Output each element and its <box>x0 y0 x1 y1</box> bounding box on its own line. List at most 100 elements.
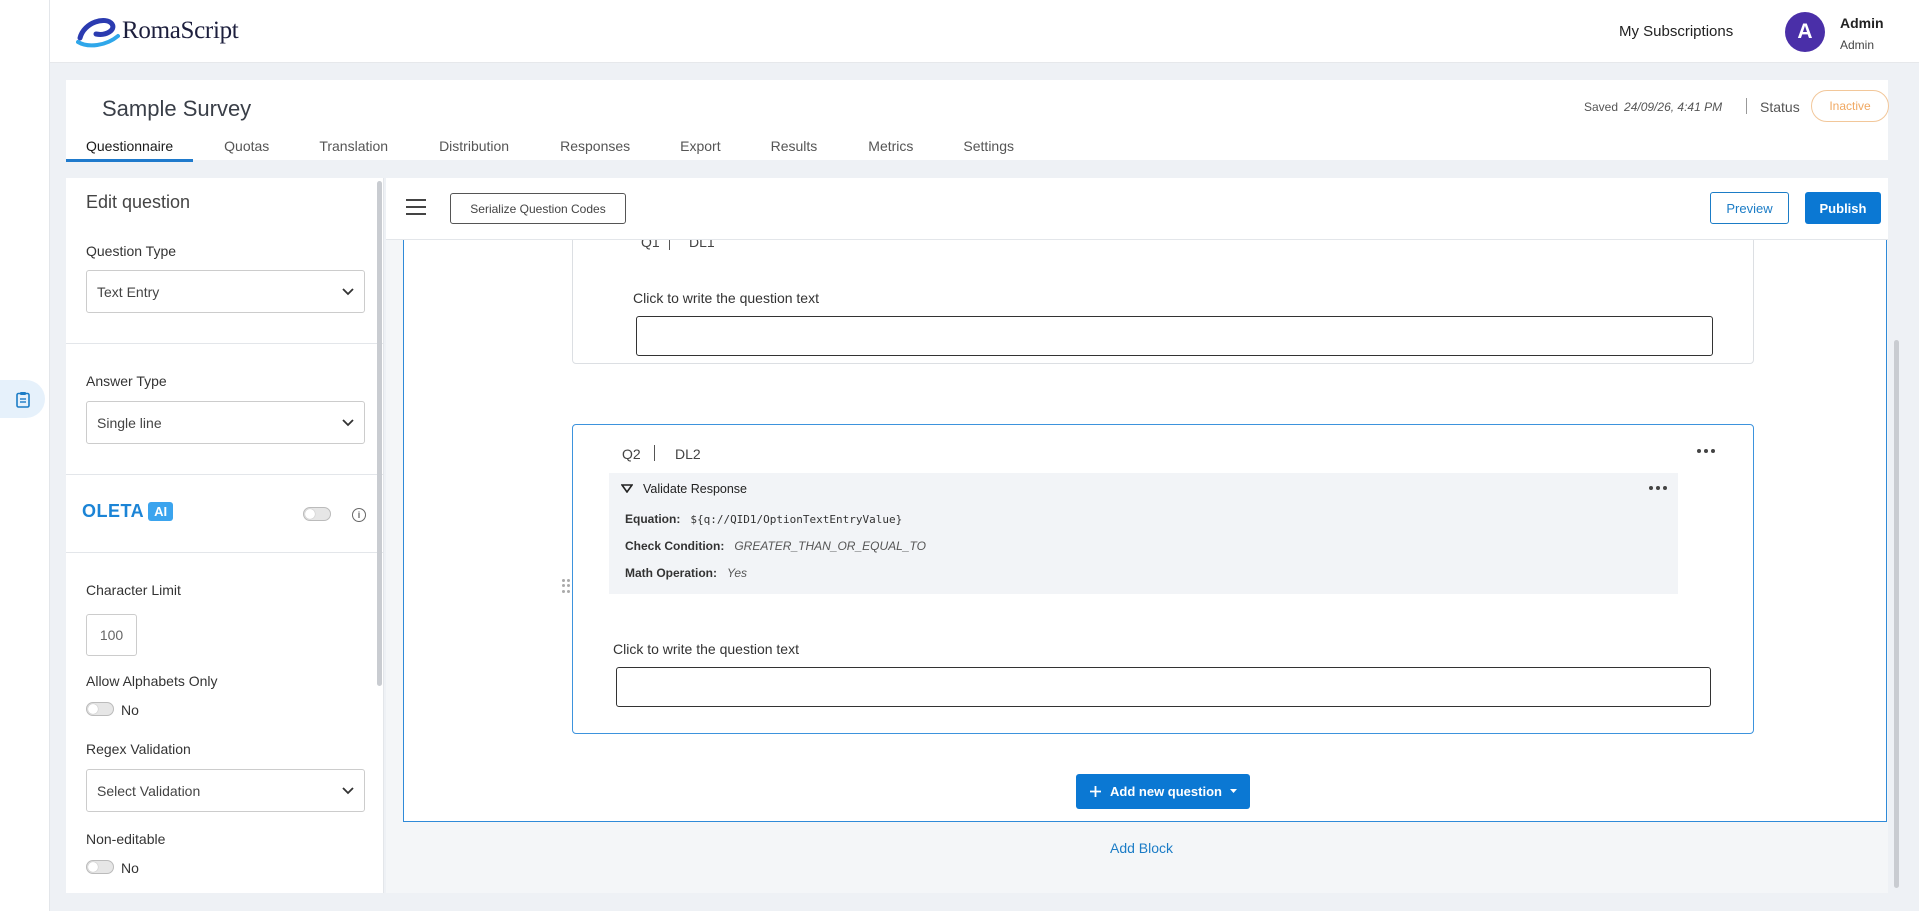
equation-value: ${q://QID1/OptionTextEntryValue} <box>690 513 903 526</box>
question-code: Q1 <box>641 240 660 250</box>
regex-validation-label: Regex Validation <box>86 741 191 757</box>
logo-text: RomaScript <box>122 17 239 44</box>
questionnaire-nav-item[interactable] <box>0 380 45 418</box>
equation-label: Equation: <box>625 512 681 526</box>
tab-translation[interactable]: Translation <box>289 138 408 160</box>
question-block: Q1 DL1 Click to write the question text … <box>403 240 1887 822</box>
caret-down-icon <box>1229 789 1237 793</box>
question-text[interactable]: Click to write the question text <box>613 641 799 657</box>
allow-alphabets-toggle[interactable] <box>86 702 114 716</box>
my-subscriptions-link[interactable]: My Subscriptions <box>1619 23 1733 40</box>
answer-type-value: Single line <box>97 414 162 431</box>
divider <box>669 240 670 250</box>
saved-time: 24/09/26, 4:41 PM <box>1624 100 1723 114</box>
tab-questionnaire[interactable]: Questionnaire <box>66 138 194 162</box>
tab-distribution[interactable]: Distribution <box>408 138 529 160</box>
ai-badge: AI <box>148 502 174 521</box>
saved-label: Saved <box>1584 100 1619 114</box>
divider <box>654 445 655 461</box>
serialize-question-codes-button[interactable]: Serialize Question Codes <box>450 193 626 224</box>
oleta-ai-toggle[interactable] <box>303 507 331 521</box>
question-type-select[interactable]: Text Entry <box>86 270 365 313</box>
status-badge[interactable]: Inactive <box>1811 90 1889 122</box>
tab-metrics[interactable]: Metrics <box>837 138 933 160</box>
tab-responses[interactable]: Responses <box>529 138 650 160</box>
oleta-ai-label: OLETA AI <box>82 501 174 522</box>
add-block-link[interactable]: Add Block <box>1110 840 1173 856</box>
tab-export[interactable]: Export <box>650 138 740 160</box>
equation-row: Equation: ${q://QID1/OptionTextEntryValue… <box>625 512 902 526</box>
edit-question-title: Edit question <box>86 192 191 212</box>
character-limit-label: Character Limit <box>86 582 181 598</box>
validate-response-panel: Validate Response Equation: ${q://QID1/Op… <box>609 473 1678 594</box>
editor-toolbar: Serialize Question Codes Preview Publish <box>386 178 1888 240</box>
avatar[interactable]: A <box>1785 12 1825 52</box>
divider <box>66 474 383 475</box>
menu-icon[interactable] <box>406 199 426 215</box>
divider <box>1746 98 1747 114</box>
add-new-question-label: Add new question <box>1110 784 1222 799</box>
regex-validation-value: Select Validation <box>97 782 201 799</box>
clipboard-icon <box>15 391 30 408</box>
answer-type-select[interactable]: Single line <box>86 401 365 444</box>
status-label: Status <box>1760 99 1800 115</box>
allow-alphabets-value: No <box>121 702 139 718</box>
question-code: Q2 <box>622 446 641 462</box>
chevron-down-icon <box>342 287 354 295</box>
user-name: Admin <box>1840 15 1884 31</box>
edit-question-panel: Edit question Question Type Text Entry A… <box>66 178 384 893</box>
text-entry-input[interactable] <box>616 667 1711 707</box>
allow-alphabets-label: Allow Alphabets Only <box>86 673 218 689</box>
survey-tabs: Questionnaire Quotas Translation Distrib… <box>66 138 1034 162</box>
divider <box>66 343 383 344</box>
editor-canvas: Q1 DL1 Click to write the question text … <box>386 240 1888 893</box>
question-card-q2[interactable]: Q2 DL2 Validate Response Equation: ${q://… <box>572 424 1754 734</box>
saved-status: Saved 24/09/26, 4:41 PM <box>1584 100 1722 114</box>
user-role: Admin <box>1840 38 1875 52</box>
more-options-icon[interactable] <box>1697 449 1715 453</box>
caret-down-icon[interactable] <box>621 484 633 493</box>
non-editable-label: Non-editable <box>86 831 166 847</box>
chevron-down-icon <box>342 786 354 794</box>
math-operation-label: Math Operation: <box>625 566 717 580</box>
add-new-question-button[interactable]: Add new question <box>1076 774 1250 809</box>
canvas-scrollbar[interactable] <box>1894 340 1899 888</box>
question-type-value: Text Entry <box>97 283 160 300</box>
math-operation-value: Yes <box>727 566 748 580</box>
check-condition-row: Check Condition: GREATER_THAN_OR_EQUAL_TO <box>625 539 926 553</box>
check-condition-label: Check Condition: <box>625 539 725 553</box>
answer-type-label: Answer Type <box>86 373 167 389</box>
non-editable-value: No <box>121 860 139 876</box>
question-block-code: DL2 <box>675 446 701 462</box>
more-options-icon[interactable] <box>1649 486 1667 490</box>
edit-panel-scrollbar[interactable] <box>377 181 382 686</box>
left-rail <box>0 0 50 911</box>
preview-button[interactable]: Preview <box>1710 192 1789 224</box>
tab-settings[interactable]: Settings <box>933 138 1034 160</box>
tab-quotas[interactable]: Quotas <box>193 138 289 160</box>
chevron-down-icon <box>342 418 354 426</box>
survey-header: Sample Survey Saved 24/09/26, 4:41 PM Sta… <box>66 80 1889 162</box>
logo-mark-icon <box>76 18 120 48</box>
question-block-code: DL1 <box>689 240 715 250</box>
regex-validation-select[interactable]: Select Validation <box>86 769 365 812</box>
question-type-label: Question Type <box>86 243 177 259</box>
tab-results[interactable]: Results <box>741 138 838 160</box>
top-header: RomaScript My Subscriptions A Admin Admi… <box>50 0 1919 63</box>
non-editable-toggle[interactable] <box>86 860 114 874</box>
plus-icon <box>1090 786 1102 797</box>
question-text[interactable]: Click to write the question text <box>633 290 819 306</box>
text-entry-input[interactable] <box>636 316 1713 356</box>
character-limit-input[interactable]: 100 <box>86 614 137 656</box>
divider <box>66 552 383 553</box>
question-card-q1[interactable]: Q1 DL1 Click to write the question text <box>572 240 1754 364</box>
math-operation-row: Math Operation: Yes <box>625 566 747 580</box>
oleta-text: OLETA <box>82 501 145 521</box>
survey-title: Sample Survey <box>102 96 252 121</box>
publish-button[interactable]: Publish <box>1805 192 1881 224</box>
validate-response-title: Validate Response <box>643 482 748 496</box>
drag-handle-icon[interactable] <box>562 579 570 593</box>
check-condition-value: GREATER_THAN_OR_EQUAL_TO <box>734 539 926 553</box>
info-icon[interactable]: i <box>352 508 366 522</box>
logo[interactable]: RomaScript <box>76 14 239 48</box>
